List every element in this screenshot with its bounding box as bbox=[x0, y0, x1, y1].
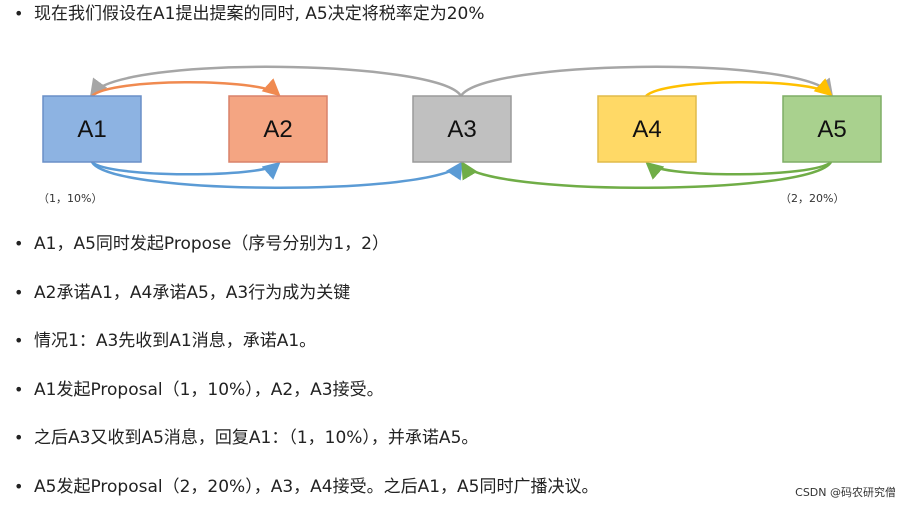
arc-a1-a2-blue bbox=[92, 162, 278, 174]
bullet-dot: • bbox=[14, 426, 34, 450]
paxos-diagram: A1 A2 A3 A4 A5 （1，10%） （2，20%） bbox=[0, 0, 903, 230]
node-a1-label: A1 bbox=[77, 116, 106, 143]
list-item: •A1，A5同时发起Propose（序号分别为1，2） bbox=[14, 232, 599, 281]
arc-a1-a2-orange bbox=[92, 82, 278, 96]
proposal-a5-label: （2，20%） bbox=[780, 192, 844, 205]
list-item: •A5发起Proposal（2，20%），A3，A4接受。之后A1，A5同时广播… bbox=[14, 475, 599, 523]
bullet-dot: • bbox=[14, 475, 34, 499]
bullet-text: 情况1：A3先收到A1消息，承诺A1。 bbox=[34, 329, 316, 353]
arc-a5-a3-green bbox=[463, 162, 831, 188]
node-a3: A3 bbox=[413, 96, 511, 162]
bullet-text: 之后A3又收到A5消息，回复A1：（1，10%），并承诺A5。 bbox=[34, 426, 478, 450]
bullet-dot: • bbox=[14, 378, 34, 402]
watermark: CSDN @码农研究僧 bbox=[792, 483, 899, 501]
bullet-text: A1，A5同时发起Propose（序号分别为1，2） bbox=[34, 232, 389, 256]
bullet-list: •A1，A5同时发起Propose（序号分别为1，2） •A2承诺A1，A4承诺… bbox=[14, 232, 599, 523]
list-item: •之后A3又收到A5消息，回复A1：（1，10%），并承诺A5。 bbox=[14, 426, 599, 475]
bullet-text: A1发起Proposal（1，10%），A2，A3接受。 bbox=[34, 378, 384, 402]
node-a5-label: A5 bbox=[817, 116, 846, 143]
bullet-dot: • bbox=[14, 329, 34, 353]
bullet-text: A2承诺A1，A4承诺A5，A3行为成为关键 bbox=[34, 281, 350, 305]
node-a2: A2 bbox=[229, 96, 327, 162]
node-a1: A1 bbox=[43, 96, 141, 162]
arc-a5-a4-green bbox=[648, 162, 831, 174]
arc-a4-a5-yellow bbox=[646, 82, 830, 96]
bullet-text: A5发起Proposal（2，20%），A3，A4接受。之后A1，A5同时广播决… bbox=[34, 475, 599, 499]
proposal-a1-label: （1，10%） bbox=[38, 192, 102, 205]
node-a4: A4 bbox=[598, 96, 696, 162]
node-a4-label: A4 bbox=[632, 116, 661, 143]
bullet-dot: • bbox=[14, 232, 34, 256]
list-item: •A2承诺A1，A4承诺A5，A3行为成为关键 bbox=[14, 281, 599, 330]
arc-a3-a5-gray bbox=[461, 67, 831, 96]
node-a2-label: A2 bbox=[263, 116, 292, 143]
node-a3-label: A3 bbox=[447, 116, 476, 143]
node-a5: A5 bbox=[783, 96, 881, 162]
bullet-dot: • bbox=[14, 281, 34, 305]
list-item: •情况1：A3先收到A1消息，承诺A1。 bbox=[14, 329, 599, 378]
list-item: •A1发起Proposal（1，10%），A2，A3接受。 bbox=[14, 378, 599, 427]
